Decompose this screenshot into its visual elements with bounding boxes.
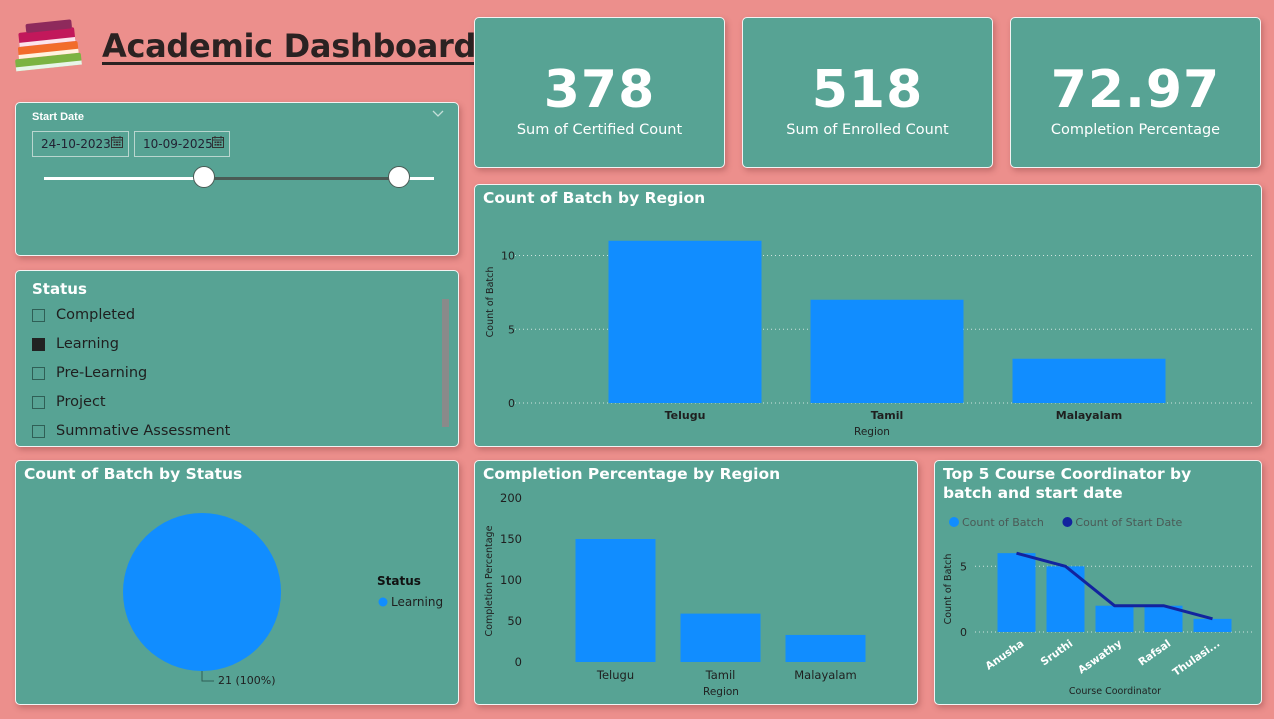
kpi-value: 518: [811, 60, 924, 120]
y-tick-label: 50: [507, 614, 522, 628]
kpi-value: 378: [543, 60, 656, 120]
legend-marker: [378, 597, 388, 607]
chart-canvas: Status 21 (100%) Learning: [123, 513, 443, 687]
y-tick-label: 200: [500, 491, 522, 505]
start-date-slicer: Start Date 24-10-2023 10-09-2025: [15, 102, 459, 256]
chart-canvas: Count of Batch Region 0 5 10 Telugu Tamil Mal…: [485, 240, 1253, 438]
x-tick-label: Malayalam: [794, 668, 857, 682]
checkbox[interactable]: [32, 396, 45, 409]
slicer-title: Status: [32, 280, 87, 298]
y-tick-label: 0: [960, 626, 967, 639]
chevron-down-icon[interactable]: [432, 109, 444, 119]
x-axis-label: Region: [703, 686, 739, 698]
chart-canvas: Count of Batch Course Coordinator Count …: [943, 516, 1253, 697]
bar: [997, 553, 1036, 632]
y-tick-label: 10: [501, 250, 515, 263]
scrollbar[interactable]: [442, 299, 449, 427]
y-tick-label: 0: [508, 397, 515, 410]
checkbox[interactable]: [32, 338, 45, 351]
y-axis-label: Count of Batch: [943, 554, 954, 625]
date-range-selected: [203, 177, 399, 180]
x-tick-label: Telugu: [665, 409, 706, 422]
x-axis-label: Region: [854, 426, 890, 438]
x-tick-label: Malayalam: [1056, 409, 1122, 422]
status-option-label: Summative Assessment: [56, 423, 231, 439]
x-tick-label: Tamil: [705, 668, 736, 682]
y-tick-label: 100: [500, 573, 522, 587]
bar: [1095, 605, 1134, 632]
x-tick-label: Thulasi...: [1171, 638, 1223, 679]
chart-batch-by-region: Count of Batch by Region Count of Batch …: [474, 184, 1262, 447]
x-tick-label: Telugu: [596, 668, 634, 682]
end-date-value: 10-09-2025: [143, 137, 213, 151]
bar: [810, 299, 964, 403]
legend-label: Count of Start Date: [1075, 516, 1182, 529]
books-stack-icon: [15, 19, 82, 72]
kpi-label: Completion Percentage: [1050, 122, 1221, 138]
page-title: Academic Dashboard: [102, 27, 477, 65]
calendar-icon[interactable]: [111, 136, 123, 148]
status-option-label: Learning: [56, 336, 119, 352]
y-tick-label: 150: [500, 532, 522, 546]
kpi-card-enrolled[interactable]: 518 Sum of Enrolled Count: [742, 17, 993, 168]
legend-marker: [949, 517, 959, 527]
x-tick-label: Sruthi: [1039, 638, 1076, 669]
y-tick-label: 5: [508, 323, 515, 336]
chart-batch-by-status: Count of Batch by Status Status 21 (100%…: [15, 460, 459, 705]
bar: [1193, 618, 1232, 632]
y-axis-label: Count of Batch: [485, 267, 496, 338]
y-tick-label: 0: [515, 655, 522, 669]
legend-label: Count of Batch: [962, 516, 1044, 529]
start-date-input[interactable]: 24-10-2023: [32, 131, 129, 157]
x-tick-label: Anusha: [983, 638, 1026, 673]
kpi-label: Sum of Enrolled Count: [786, 122, 949, 138]
chart-top5-coordinators: Top 5 Course Coordinator by batch and st…: [934, 460, 1262, 705]
calendar-icon[interactable]: [212, 136, 224, 148]
legend-title: Status: [377, 574, 421, 588]
kpi-card-certified[interactable]: 378 Sum of Certified Count: [474, 17, 725, 168]
start-date-value: 24-10-2023: [41, 137, 111, 151]
y-tick-label: 5: [960, 560, 967, 573]
chart-canvas: Completion Percentage Region 0 50 100 150 20…: [484, 491, 866, 698]
chart-completion-by-region: Completion Percentage by Region Completi…: [474, 460, 918, 705]
legend-marker: [1062, 517, 1073, 527]
legend-label: Learning: [391, 595, 443, 609]
x-tick-label: Rafsal: [1136, 638, 1173, 669]
pie-slice: [123, 513, 281, 671]
status-option-label: Completed: [56, 307, 136, 323]
checkbox[interactable]: [32, 367, 45, 380]
range-end-handle[interactable]: [387, 166, 410, 188]
checkbox[interactable]: [32, 425, 45, 438]
x-tick-label: Tamil: [871, 409, 904, 422]
kpi-label: Sum of Certified Count: [516, 122, 683, 138]
bar: [680, 613, 761, 662]
end-date-input[interactable]: 10-09-2025: [134, 131, 230, 157]
kpi-card-completion[interactable]: 72.97 Completion Percentage: [1010, 17, 1261, 168]
bar: [1012, 358, 1166, 403]
kpi-value: 72.97: [1050, 60, 1221, 120]
x-tick-label: Aswathy: [1076, 638, 1124, 677]
status-option-label: Project: [56, 394, 106, 410]
status-option-label: Pre-Learning: [56, 365, 148, 381]
slicer-title: Start Date: [32, 111, 84, 123]
data-label-leader: [201, 671, 214, 682]
x-axis-label: Course Coordinator: [1069, 686, 1161, 697]
y-axis-label: Completion Percentage: [484, 525, 495, 636]
range-start-handle[interactable]: [192, 166, 215, 188]
bar: [608, 240, 762, 403]
data-label: 21 (100%): [218, 674, 276, 687]
bar: [575, 539, 656, 662]
bar: [785, 634, 866, 662]
checkbox[interactable]: [32, 309, 45, 322]
status-slicer: Status Completed Learning Pre-Learning P…: [15, 270, 459, 447]
